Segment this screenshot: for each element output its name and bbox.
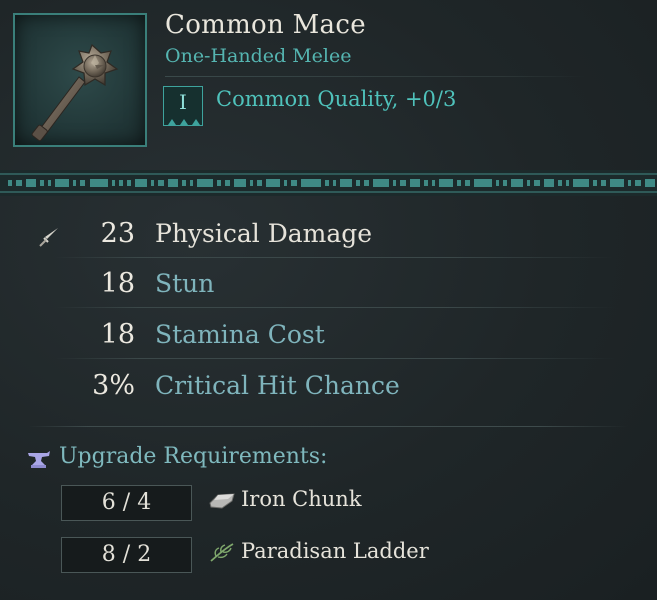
stat-row-stun: 18 Stun xyxy=(0,258,657,308)
requirement-name-iron-chunk: Iron Chunk xyxy=(241,487,362,511)
item-tooltip: Common Mace One-Handed Melee I Common Qu… xyxy=(0,0,657,600)
tier-label: I xyxy=(179,90,187,114)
mace-icon xyxy=(31,43,119,142)
stat-label: Physical Damage xyxy=(155,219,373,248)
stat-label: Stun xyxy=(155,269,215,298)
stat-value: 18 xyxy=(100,268,135,299)
upgrade-pips-icon xyxy=(168,119,200,125)
requirement-amount-iron-chunk: 6 / 4 xyxy=(61,485,192,521)
stat-value: 23 xyxy=(100,218,135,249)
ornamental-divider xyxy=(0,170,657,196)
stat-label: Stamina Cost xyxy=(155,320,325,349)
stat-value: 3% xyxy=(92,370,135,401)
item-type: One-Handed Melee xyxy=(165,45,352,67)
item-thumbnail xyxy=(13,13,147,147)
stat-row-critical-hit-chance: 3% Critical Hit Chance xyxy=(0,360,657,410)
stat-row-physical-damage: 23 Physical Damage xyxy=(0,208,657,258)
requirement-amount-paradisan-ladder: 8 / 2 xyxy=(61,537,192,573)
anvil-icon xyxy=(28,451,50,468)
header-divider xyxy=(165,76,585,77)
stat-row-stamina-cost: 18 Stamina Cost xyxy=(0,309,657,359)
stat-divider xyxy=(55,307,615,308)
stat-value: 18 xyxy=(100,319,135,350)
upgrade-requirements-title: Upgrade Requirements: xyxy=(59,444,328,469)
requirement-name-paradisan-ladder: Paradisan Ladder xyxy=(241,539,429,563)
item-quality: Common Quality, +0/3 xyxy=(216,87,457,111)
iron-chunk-icon xyxy=(209,493,235,509)
stat-label: Critical Hit Chance xyxy=(155,371,400,400)
stat-divider xyxy=(55,358,615,359)
plant-icon xyxy=(210,543,234,562)
item-name: Common Mace xyxy=(165,10,366,40)
section-divider xyxy=(28,426,628,427)
